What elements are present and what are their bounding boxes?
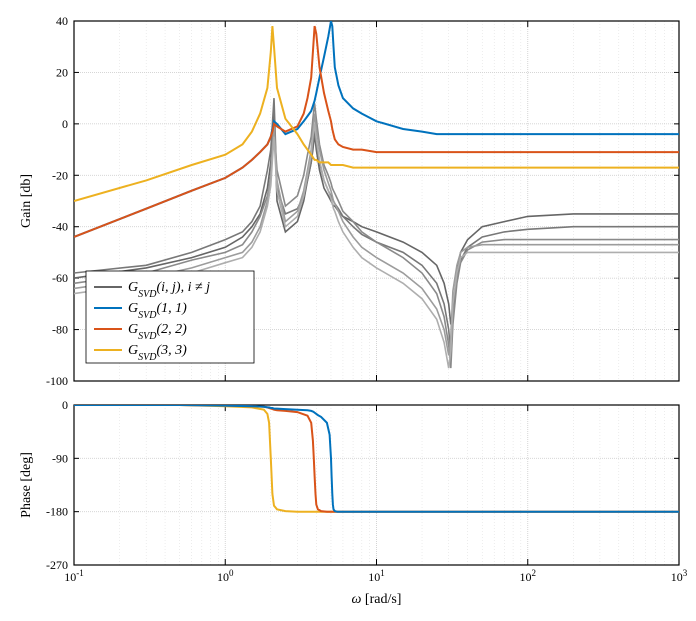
svg-text:-40: -40: [52, 220, 68, 234]
svg-text:103: 103: [671, 568, 688, 584]
chart-svg: -100-80-60-40-2002040Gain [db]GSVD(i, j)…: [10, 10, 690, 611]
svg-text:Gain [db]: Gain [db]: [19, 174, 34, 228]
svg-text:-80: -80: [52, 323, 68, 337]
svg-text:-20: -20: [52, 168, 68, 182]
svg-text:10-1: 10-1: [64, 568, 84, 584]
svg-text:101: 101: [368, 568, 385, 584]
svg-text:40: 40: [56, 14, 68, 28]
svg-text:0: 0: [62, 117, 68, 131]
svg-text:ω [rad/s]: ω [rad/s]: [352, 592, 402, 607]
svg-text:-180: -180: [46, 505, 68, 519]
svg-text:-100: -100: [46, 374, 68, 388]
bode-plot: -100-80-60-40-2002040Gain [db]GSVD(i, j)…: [10, 10, 690, 611]
svg-text:0: 0: [62, 398, 68, 412]
svg-text:20: 20: [56, 65, 68, 79]
svg-text:Phase [deg]: Phase [deg]: [19, 452, 34, 518]
svg-text:-60: -60: [52, 271, 68, 285]
svg-text:102: 102: [520, 568, 537, 584]
svg-text:100: 100: [217, 568, 234, 584]
svg-text:-90: -90: [52, 451, 68, 465]
